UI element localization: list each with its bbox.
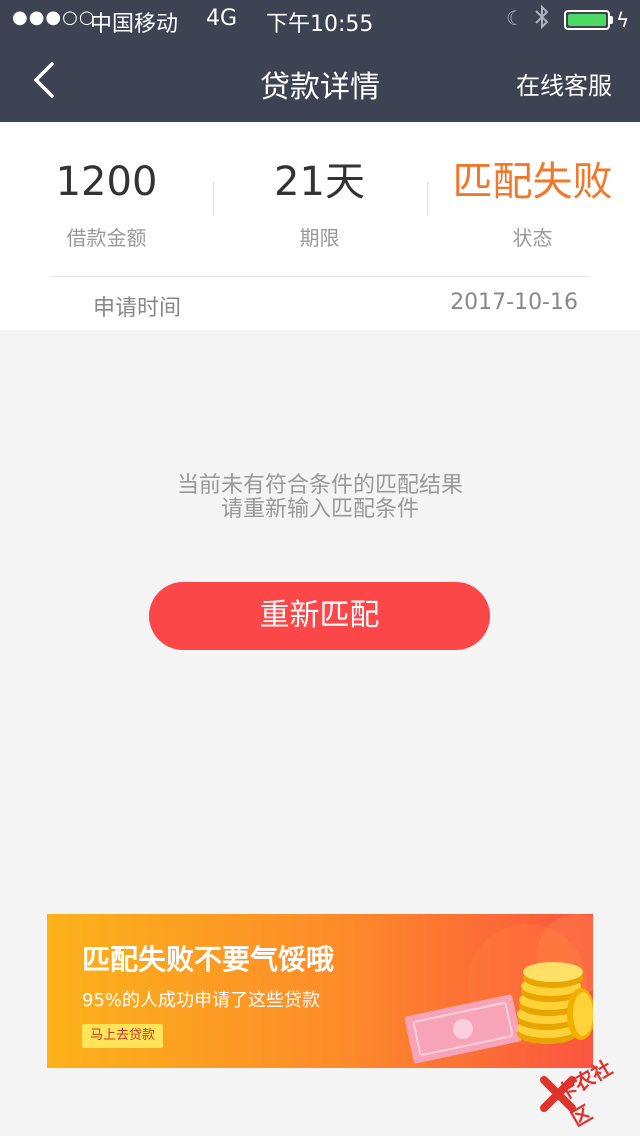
carrier-name: 中国移动 — [90, 12, 179, 37]
term-metric: 21天 期限 — [213, 154, 426, 251]
amount-label: 借款金额 — [66, 226, 147, 250]
signal-strength: ●●●○○ — [12, 7, 96, 28]
amount-metric: 1200 借款金额 — [0, 154, 213, 251]
watermark: 卡农社区 — [538, 1044, 632, 1131]
online-service-link[interactable]: 在线客服 — [516, 66, 612, 101]
charging-icon: ϟ — [616, 8, 630, 32]
battery-icon — [564, 10, 610, 30]
watermark-text: 卡农社区 — [552, 1055, 617, 1132]
rematch-button[interactable]: 重新匹配 — [149, 582, 490, 650]
top-bar: ●●●○○ 中国移动 4G 下午10:55 ☾ ϟ 贷款详情 在线客服 — [0, 0, 640, 122]
horizontal-divider — [50, 276, 590, 277]
moon-icon: ☾ — [506, 6, 524, 30]
empty-message-line2: 请重新输入匹配条件 — [220, 497, 419, 522]
status-label: 状态 — [512, 226, 553, 250]
banner-loan-button[interactable]: 马上去贷款 — [82, 1024, 164, 1048]
term-value: 21天 — [274, 159, 365, 205]
network-type: 4G — [206, 6, 238, 31]
term-label: 期限 — [299, 226, 340, 250]
amount-value: 1200 — [55, 159, 158, 205]
status-bar: ●●●○○ 中国移动 4G 下午10:55 ☾ ϟ — [0, 0, 640, 40]
nav-bar: 贷款详情 在线客服 — [0, 40, 640, 122]
battery-cap — [610, 16, 613, 24]
status-value: 匹配失败 — [452, 159, 613, 205]
banner-subtitle: 95%的人成功申请了这些贷款 — [82, 990, 321, 1011]
status-metric: 匹配失败 状态 — [426, 154, 639, 251]
banner-title: 匹配失败不要气馁哦 — [82, 943, 335, 976]
loan-summary-card: 1200 借款金额 21天 期限 匹配失败 状态 申请时间 2017-10-16 — [0, 122, 640, 330]
status-time: 下午10:55 — [266, 12, 374, 37]
apply-time-value: 2017-10-16 — [450, 290, 578, 315]
promo-banner[interactable]: 匹配失败不要气馁哦 95%的人成功申请了这些贷款 马上去贷款 — [47, 914, 593, 1068]
apply-time-label: 申请时间 — [93, 296, 182, 321]
bluetooth-icon — [534, 4, 550, 36]
